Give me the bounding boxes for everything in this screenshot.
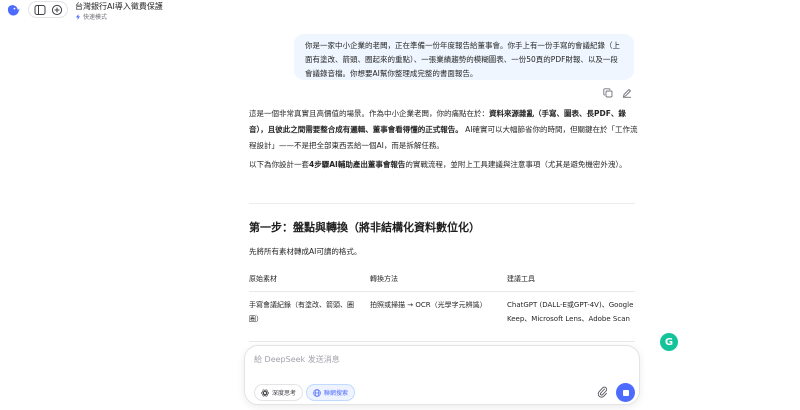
table-cell: 拍照或掃描 → OCR（光學字元辨識） <box>370 301 487 309</box>
sidebar-toggle-icon[interactable] <box>34 4 46 16</box>
deep-think-button[interactable]: 深度思考 <box>254 384 304 401</box>
response-p2-bold: 4步驟AI輔助產出董事會報告 <box>309 160 406 169</box>
grammarly-letter: G <box>664 336 674 348</box>
deepseek-logo-icon[interactable] <box>6 3 21 18</box>
edit-icon[interactable] <box>622 88 632 98</box>
response-paragraph-2: 以下為你設計一套4步驟AI輔助產出董事會報告的實戰流程，並附上工具建議與注意事項… <box>249 157 639 173</box>
table-row: 手寫會議紀錄（有塗改、箭頭、圈圈） 拍照或掃描 → OCR（光學字元辨識） Ch… <box>249 292 635 342</box>
response-paragraph-1: 這是一個非常真實且高價值的場景。作為中小企業老闆，你的痛點在於：資料來源雜亂（手… <box>249 106 639 154</box>
globe-icon <box>313 388 321 397</box>
response-p1-text-a: 這是一個非常真實且高價值的場景。作為中小企業老闆，你的痛點在於： <box>249 109 489 118</box>
table-header-cell: 原始素材 <box>249 275 277 283</box>
deep-think-label: 深度思考 <box>272 390 297 397</box>
message-composer: 深度思考 聯網搜索 <box>244 345 640 405</box>
table-header-row: 原始素材 轉換方法 建議工具 <box>249 270 635 292</box>
web-search-label: 聯網搜索 <box>324 390 349 397</box>
user-message-text: 你是一家中小企業的老闆，正在準備一份年度報告給董事會。你手上有一份手寫的會議紀錄… <box>305 41 620 78</box>
top-bar: 台灣銀行AI導入徵費保護 快速模式 <box>0 0 800 24</box>
grammarly-icon[interactable]: G <box>660 333 678 351</box>
new-chat-icon[interactable] <box>51 4 63 16</box>
table-cell: ChatGPT (DALL-E或GPT-4V)、Google Keep、Micr… <box>507 301 634 323</box>
materials-table: 原始素材 轉換方法 建議工具 手寫會議紀錄（有塗改、箭頭、圈圈） 拍照或掃描 →… <box>249 270 635 342</box>
table-header-cell: 轉換方法 <box>370 275 398 283</box>
table-header-cell: 建議工具 <box>507 275 535 283</box>
web-search-button[interactable]: 聯網搜索 <box>306 384 356 401</box>
mode-label: 快速模式 <box>83 14 108 21</box>
copy-icon[interactable] <box>603 88 613 98</box>
atom-icon <box>261 389 269 396</box>
user-message-bubble: 你是一家中小企業的老闆，正在準備一份年度報告給董事會。你手上有一份手寫的會議紀錄… <box>294 34 634 80</box>
sidebar-controls <box>28 1 68 18</box>
divider <box>249 203 635 204</box>
stop-icon <box>622 389 629 396</box>
message-input[interactable] <box>254 352 624 366</box>
bolt-icon <box>76 13 80 20</box>
mode-indicator: 快速模式 <box>75 12 107 21</box>
chat-title: 台灣銀行AI導入徵費保護 <box>75 2 163 11</box>
response-paragraph-3: 先將所有素材轉成AI可讀的格式。 <box>249 247 362 256</box>
paperclip-icon[interactable] <box>597 386 608 398</box>
stop-button[interactable] <box>616 383 635 402</box>
response-p2-text-c: 的實戰流程，並附上工具建議與注意事項（尤其是避免機密外洩）。 <box>405 160 627 169</box>
response-p2-text-a: 以下為你設計一套 <box>249 160 309 169</box>
table-cell: 手寫會議紀錄（有塗改、箭頭、圈圈） <box>249 301 354 323</box>
step-heading: 第一步：盤點與轉換（將非結構化資料數位化） <box>249 221 480 234</box>
